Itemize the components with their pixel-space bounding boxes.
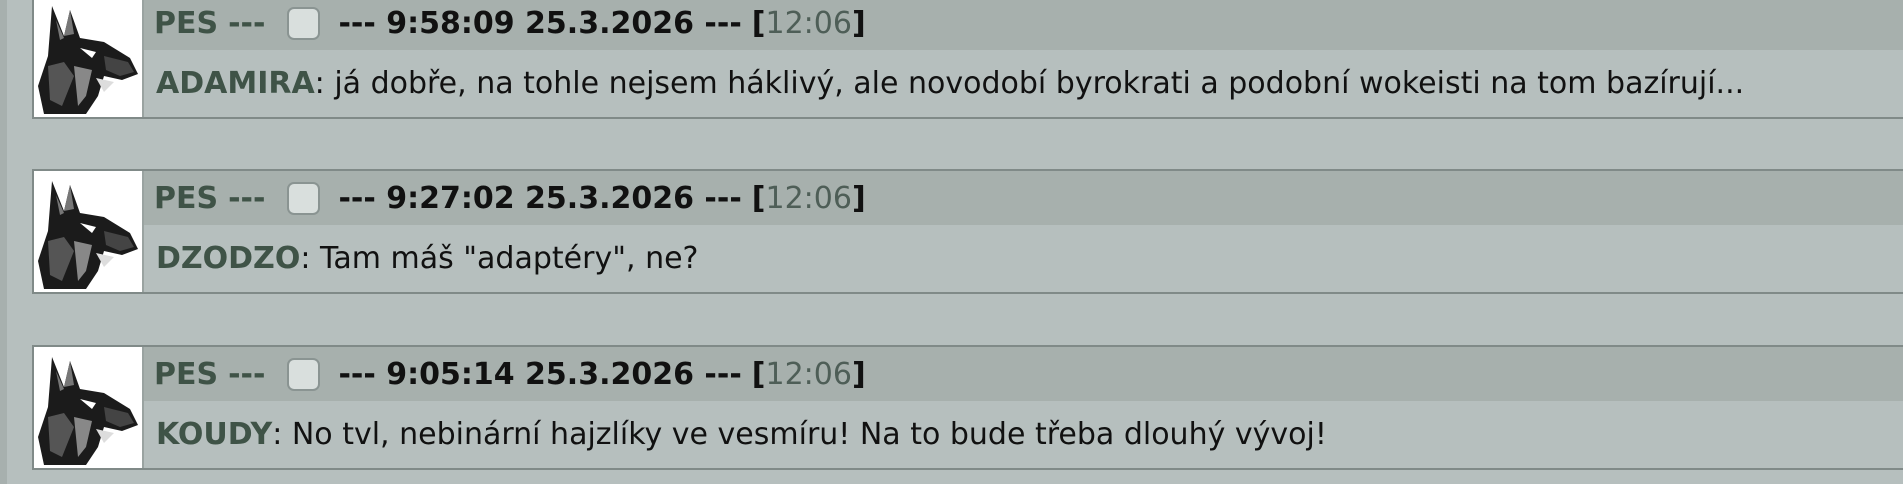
checkbox-icon[interactable] [287, 6, 321, 40]
nick-separator: --- [228, 5, 266, 41]
checkbox-icon[interactable] [287, 357, 321, 391]
post-item: PES --- --- 9:05:14 25.3.2026 --- [ 12:0… [32, 345, 1903, 470]
nick-separator: --- [228, 180, 266, 216]
avatar[interactable] [34, 347, 144, 468]
message-author[interactable]: DZODZO [156, 241, 300, 276]
nick-label[interactable]: PES [154, 357, 218, 392]
post-body: DZODZO : Tam máš "adaptéry", ne? [144, 225, 1903, 292]
post-header: PES --- --- 9:27:02 25.3.2026 --- [ 12:0… [144, 171, 1903, 225]
bracket-close: ] [851, 180, 866, 216]
post-item: PES --- --- 9:58:09 25.3.2026 --- [ 12:0… [32, 0, 1903, 119]
post-item: PES --- --- 9:27:02 25.3.2026 --- [ 12:0… [32, 169, 1903, 294]
german-shepherd-dog-icon [38, 6, 138, 114]
german-shepherd-dog-icon [38, 357, 138, 465]
message-text: : Tam máš "adaptéry", ne? [300, 241, 699, 276]
reply-time-link[interactable]: 12:06 [766, 357, 852, 392]
left-margin-strip [0, 0, 7, 484]
nick-separator: --- [228, 356, 266, 392]
nick-label[interactable]: PES [154, 181, 218, 216]
bracket-close: ] [851, 356, 866, 392]
post-header: PES --- --- 9:58:09 25.3.2026 --- [ 12:0… [144, 0, 1903, 50]
timestamp: --- 9:05:14 25.3.2026 --- [338, 356, 742, 392]
bracket-open: [ [751, 5, 766, 41]
bracket-open: [ [751, 356, 766, 392]
post-header: PES --- --- 9:05:14 25.3.2026 --- [ 12:0… [144, 347, 1903, 401]
timestamp: --- 9:27:02 25.3.2026 --- [338, 180, 742, 216]
message-author[interactable]: KOUDY [156, 417, 272, 452]
reply-time-link[interactable]: 12:06 [766, 181, 852, 216]
message-text: : No tvl, nebinární hajzlíky ve vesmíru!… [272, 417, 1327, 452]
message-text: : já dobře, na tohle nejsem háklivý, ale… [314, 66, 1745, 101]
reply-time-link[interactable]: 12:06 [766, 6, 852, 41]
german-shepherd-dog-icon [38, 181, 138, 289]
bracket-close: ] [851, 5, 866, 41]
bracket-open: [ [751, 180, 766, 216]
avatar[interactable] [34, 171, 144, 292]
avatar[interactable] [34, 0, 144, 117]
post-body: ADAMIRA : já dobře, na tohle nejsem hákl… [144, 50, 1903, 117]
timestamp: --- 9:58:09 25.3.2026 --- [338, 5, 742, 41]
post-body: KOUDY : No tvl, nebinární hajzlíky ve ve… [144, 401, 1903, 468]
checkbox-icon[interactable] [287, 181, 321, 215]
message-author[interactable]: ADAMIRA [156, 66, 315, 101]
nick-label[interactable]: PES [154, 6, 218, 41]
